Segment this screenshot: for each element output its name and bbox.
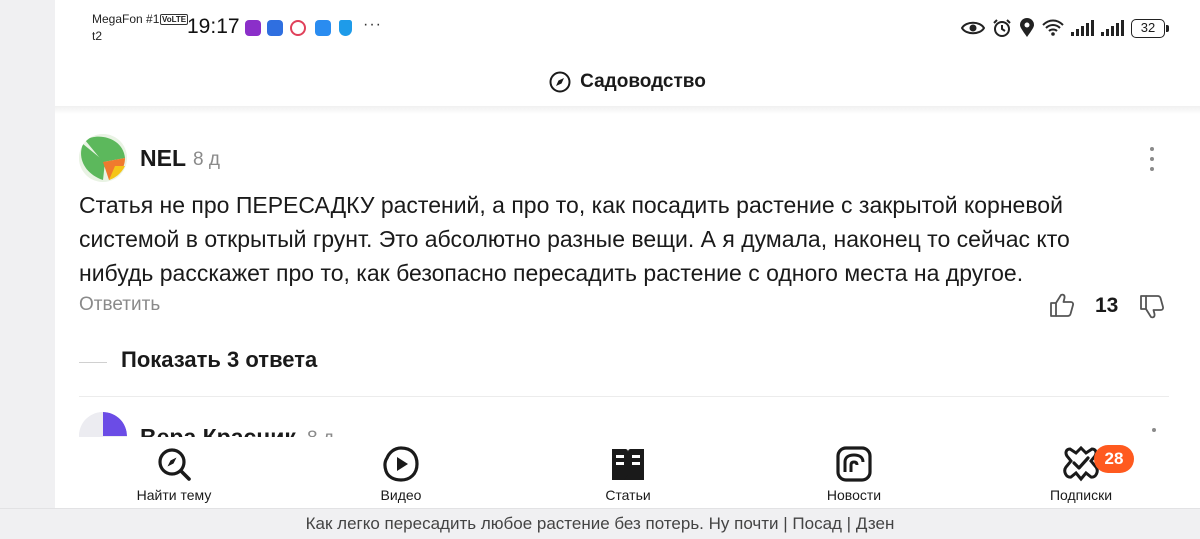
nav-label: Новости [826, 487, 882, 503]
avatar[interactable] [79, 134, 127, 182]
battery-icon: 32 [1131, 18, 1169, 38]
notification-badge: 28 [1094, 445, 1134, 473]
signal-icon [1101, 20, 1124, 36]
thumbs-up-icon[interactable] [1049, 292, 1075, 318]
replies-divider [79, 362, 107, 363]
wifi-icon [1042, 19, 1064, 36]
search-icon [158, 448, 191, 481]
status-bar: MegaFon #1 VoLTE t2 19:17 ··· 32 [55, 0, 1200, 56]
location-icon [1020, 18, 1034, 37]
news-icon [836, 446, 872, 482]
signal-icon [1071, 20, 1094, 36]
avatar[interactable] [79, 412, 127, 437]
nav-label: Найти тему [136, 487, 212, 503]
vk-app-icon [267, 20, 283, 36]
likes-count: 13 [1095, 294, 1119, 317]
channel-header[interactable]: Садоводство [55, 56, 1200, 108]
header-shadow [55, 106, 1200, 114]
maps-app-icon [290, 20, 306, 36]
volte-badge: VoLTE [160, 14, 189, 25]
phone-screen: MegaFon #1 VoLTE t2 19:17 ··· 32 Садовод… [55, 0, 1200, 508]
articles-icon [612, 449, 644, 480]
left-margin [0, 0, 55, 508]
comment-age: 8 д [307, 428, 334, 437]
carrier-name-secondary: t2 [92, 29, 103, 43]
comment-author[interactable]: Вера Красник [140, 424, 296, 437]
more-notifications-icon: ··· [363, 16, 382, 33]
bottom-navigation: Найти тему Видео Статьи Новости Подписки… [55, 437, 1200, 508]
status-icons: 32 [961, 16, 1169, 40]
comment-age: 8 д [193, 149, 220, 170]
compass-icon [549, 71, 571, 93]
show-replies-button[interactable]: Показать 3 ответа [121, 347, 317, 373]
next-comment: Вера Красник 8 д [55, 408, 1200, 437]
page-title-bar: Как легко пересадить любое растение без … [0, 508, 1200, 539]
thumbs-down-icon[interactable] [1139, 294, 1165, 320]
reply-button[interactable]: Ответить [79, 294, 160, 316]
nav-item-subscriptions[interactable]: Подписки 28 [1006, 445, 1156, 503]
more-options-icon[interactable] [1145, 147, 1159, 171]
more-options-icon[interactable] [1152, 428, 1156, 432]
carrier-name: MegaFon #1 [92, 12, 160, 26]
comment-divider [79, 396, 1169, 397]
nav-item-search[interactable]: Найти тему [99, 445, 249, 503]
video-icon [383, 446, 419, 482]
comment-author[interactable]: NEL [140, 145, 186, 172]
status-time: 19:17 [187, 15, 240, 38]
nav-label: Статьи [605, 487, 651, 503]
nav-item-video[interactable]: Видео [326, 445, 476, 503]
nav-item-articles[interactable]: Статьи [553, 445, 703, 503]
ozon-app-icon [245, 20, 261, 36]
nav-item-news[interactable]: Новости [779, 445, 929, 503]
shield-app-icon [339, 20, 352, 36]
channel-title: Садоводство [580, 71, 706, 92]
alarm-icon [993, 19, 1011, 37]
messenger-app-icon [315, 20, 331, 36]
nav-label: Видео [380, 487, 422, 503]
eye-icon [961, 21, 985, 35]
comment-text: Статья не про ПЕРЕСАДКУ растений, а про … [79, 192, 1070, 286]
nav-label: Подписки [1049, 487, 1113, 503]
